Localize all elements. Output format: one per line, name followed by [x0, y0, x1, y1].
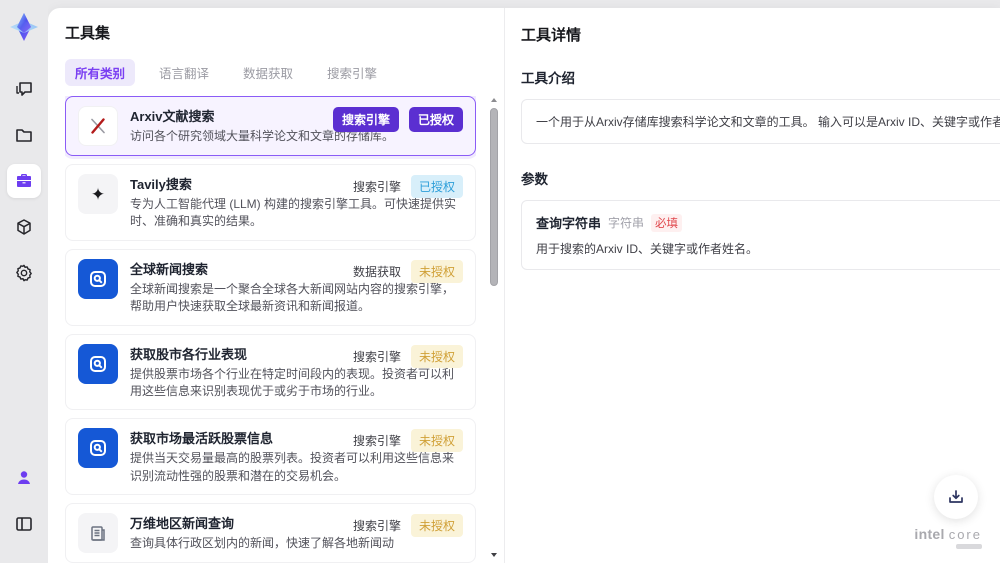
- category-label: 搜索引擎: [352, 180, 401, 194]
- tool-intro-text: 一个用于从Arxiv存储库搜索科学论文和文章的工具。 输入可以是Arxiv ID…: [521, 99, 1000, 144]
- status-badge: 已授权: [408, 107, 463, 132]
- parameter-item: 查询字符串 字符串 必填 用于搜索的Arxiv ID、关键字或作者姓名。: [521, 200, 1000, 270]
- detail-title: 工具详情: [521, 27, 582, 44]
- parameter-type: 字符串: [608, 216, 645, 230]
- main-content: 工具集 所有类别 语言翻译 数据获取 搜索引擎 Arxiv文献搜索 访问各个研究…: [48, 8, 1000, 563]
- parameter-description: 用于搜索的Arxiv ID、关键字或作者姓名。: [536, 242, 759, 256]
- sidebar-rail: [0, 0, 48, 563]
- parameter-name: 查询字符串: [536, 216, 602, 231]
- cube-icon: [14, 217, 34, 237]
- tool-card-global-news[interactable]: 全球新闻搜索 全球新闻搜索是一个聚合全球各大新闻网站内容的搜索引擎，帮助用户快速…: [65, 248, 476, 326]
- tab-search-engine[interactable]: 搜索引擎: [317, 59, 387, 86]
- tool-description: 查询具体行政区划内的新闻，快速了解各地新闻动: [130, 536, 395, 551]
- status-badge: 未授权: [410, 344, 463, 368]
- status-badge: 未授权: [410, 429, 463, 453]
- app-logo: [5, 8, 43, 46]
- page-title: 工具集: [65, 25, 111, 42]
- download-icon: [946, 487, 966, 507]
- search-blue-icon: [78, 428, 118, 469]
- scrollbar-up-arrow[interactable]: [490, 96, 498, 104]
- arxiv-icon: [78, 106, 118, 146]
- tool-description: 专为人工智能代理 (LLM) 构建的搜索引擎工具。可快速提供实时、准确和真实的结…: [130, 197, 457, 229]
- scrollbar-thumb[interactable]: [490, 108, 498, 286]
- tab-translation[interactable]: 语言翻译: [149, 59, 219, 86]
- tool-card-active-stocks[interactable]: 获取市场最活跃股票信息 提供当天交易量最高的股票列表。投资者可以利用这些信息来识…: [65, 418, 476, 496]
- tool-card-tavily[interactable]: ✦ Tavily搜索 专为人工智能代理 (LLM) 构建的搜索引擎工具。可快速提…: [65, 164, 476, 241]
- tool-list: Arxiv文献搜索 访问各个研究领域大量科学论文和文章的存储库。 搜索引擎 已授…: [65, 96, 476, 563]
- sidebar-item-toolbox[interactable]: [7, 164, 41, 198]
- intel-core-logo: intel core: [914, 526, 982, 549]
- status-badge: 未授权: [410, 514, 463, 538]
- tool-description: 提供当天交易量最高的股票列表。投资者可以利用这些信息来识别流动性强的股票和潜在的…: [130, 451, 455, 483]
- category-label: 搜索引擎: [352, 434, 401, 449]
- category-label: 数据获取: [352, 264, 401, 279]
- category-label: 搜索引擎: [352, 519, 401, 534]
- tool-detail-pane: 工具详情 工具介绍 一个用于从Arxiv存储库搜索科学论文和文章的工具。 输入可…: [505, 8, 1000, 563]
- status-badge: 已授权: [410, 175, 463, 198]
- sidebar-item-panel-toggle[interactable]: [7, 507, 41, 541]
- status-badge: 未授权: [410, 259, 463, 283]
- tab-all-categories[interactable]: 所有类别: [65, 59, 136, 86]
- tool-card-sector-performance[interactable]: 获取股市各行业表现 提供股票市场各个行业在特定时间段内的表现。投资者可以利用这些…: [65, 333, 476, 411]
- intro-section-title: 工具介绍: [521, 71, 575, 86]
- sidebar-item-settings[interactable]: [7, 256, 41, 290]
- download-button[interactable]: [934, 475, 978, 519]
- params-section-title: 参数: [521, 172, 548, 187]
- tool-card-arxiv[interactable]: Arxiv文献搜索 访问各个研究领域大量科学论文和文章的存储库。 搜索引擎 已授…: [65, 96, 476, 156]
- sidebar-item-chat[interactable]: [7, 72, 41, 106]
- search-blue-icon: [78, 258, 118, 299]
- category-badge: 搜索引擎: [332, 107, 399, 132]
- news-icon: [78, 513, 118, 554]
- core-wordmark: core: [948, 527, 982, 542]
- tool-card-region-news[interactable]: 万维地区新闻查询 查询具体行政区划内的新闻，快速了解各地新闻动 搜索引擎 未授权: [65, 503, 476, 563]
- category-tabs: 所有类别 语言翻译 数据获取 搜索引擎: [65, 59, 474, 86]
- list-scrollbar: [489, 96, 499, 559]
- scrollbar-down-arrow[interactable]: [490, 551, 498, 559]
- folder-icon: [14, 125, 34, 145]
- category-label: 搜索引擎: [352, 349, 401, 364]
- intel-wordmark: intel: [914, 526, 945, 542]
- settings-icon: [14, 263, 34, 283]
- star-icon: ✦: [78, 174, 118, 214]
- sidebar-item-files[interactable]: [7, 118, 41, 152]
- required-badge: 必填: [651, 213, 683, 232]
- tool-list-pane: 工具集 所有类别 语言翻译 数据获取 搜索引擎 Arxiv文献搜索 访问各个研究…: [48, 8, 505, 563]
- tool-description: 全球新闻搜索是一个聚合全球各大新闻网站内容的搜索引擎，帮助用户快速获取全球最新资…: [130, 281, 455, 314]
- search-blue-icon: [78, 343, 118, 384]
- intel-core-sub-mark: [956, 544, 982, 549]
- tab-data-fetch[interactable]: 数据获取: [233, 59, 303, 86]
- tool-description: 提供股票市场各个行业在特定时间段内的表现。投资者可以利用这些信息来识别表现优于或…: [130, 366, 455, 398]
- toolbox-icon: [14, 171, 34, 191]
- chat-icon: [14, 79, 34, 99]
- user-icon: [14, 468, 34, 488]
- panel-toggle-icon: [14, 514, 34, 534]
- sidebar-item-models[interactable]: [7, 210, 41, 244]
- sidebar-item-account[interactable]: [7, 461, 41, 495]
